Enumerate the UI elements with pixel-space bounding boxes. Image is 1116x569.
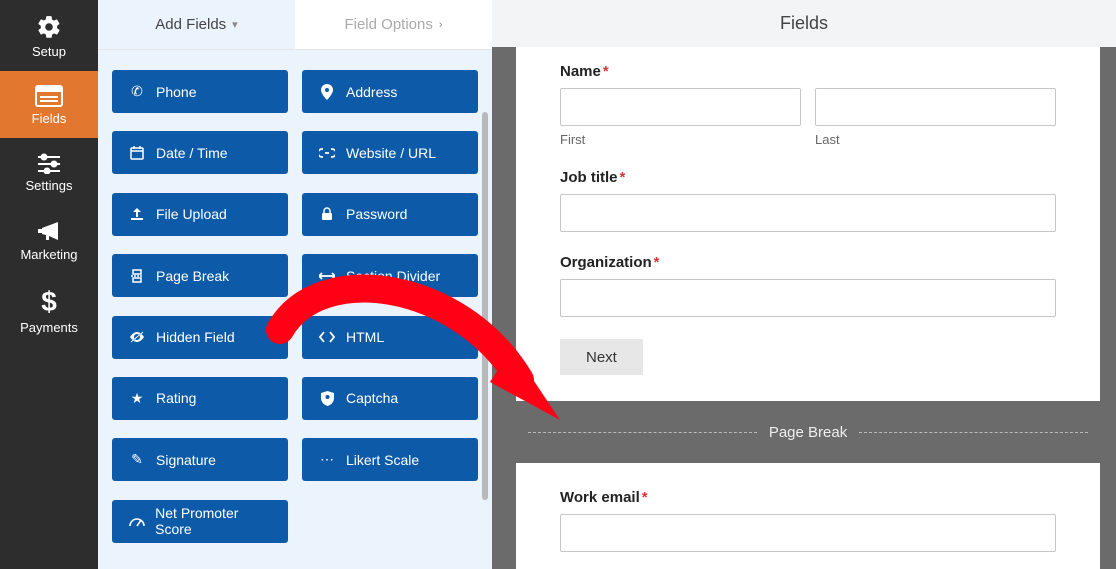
- work-email-input[interactable]: [560, 514, 1056, 552]
- required-mark: *: [603, 63, 609, 80]
- eye-off-icon: [126, 331, 148, 343]
- field-website[interactable]: Website / URL: [302, 131, 478, 174]
- field-organization[interactable]: Organization*: [560, 254, 1056, 317]
- field-label: Signature: [156, 452, 216, 468]
- nav-settings[interactable]: Settings: [0, 138, 98, 205]
- sublabel-last: Last: [815, 132, 1056, 147]
- preview-pane: Fields Name* First Last Job title*: [492, 0, 1116, 569]
- field-label: HTML: [346, 329, 384, 345]
- nav-setup[interactable]: Setup: [0, 0, 98, 71]
- field-html[interactable]: HTML: [302, 316, 478, 359]
- field-address[interactable]: Address: [302, 70, 478, 113]
- panel-tabs: Add Fields ▾ Field Options ›: [98, 0, 492, 50]
- field-label: Section Divider: [346, 268, 440, 284]
- tab-label: Field Options: [344, 16, 432, 33]
- fields-panel: Add Fields ▾ Field Options › ✆ Phone Addr…: [98, 0, 492, 569]
- field-label: Page Break: [156, 268, 229, 284]
- field-label: File Upload: [156, 206, 227, 222]
- field-likert[interactable]: ⋯ Likert Scale: [302, 438, 478, 481]
- label-text: Organization: [560, 254, 652, 271]
- dots-icon: ⋯: [316, 451, 338, 468]
- field-nps[interactable]: Net Promoter Score: [112, 500, 288, 543]
- nav-fields[interactable]: Fields: [0, 71, 98, 138]
- job-title-input[interactable]: [560, 194, 1056, 232]
- field-captcha[interactable]: Captcha: [302, 377, 478, 420]
- pagebreak-label: Page Break: [769, 424, 847, 441]
- required-mark: *: [654, 254, 660, 271]
- field-label: Address: [346, 84, 397, 100]
- code-icon: [316, 331, 338, 343]
- label-text: Work email: [560, 489, 640, 506]
- pencil-icon: ✎: [126, 451, 148, 468]
- bullhorn-icon: [0, 219, 98, 243]
- field-section-divider[interactable]: Section Divider: [302, 254, 478, 297]
- field-datetime[interactable]: Date / Time: [112, 131, 288, 174]
- label-text: Job title: [560, 169, 618, 186]
- nav-label: Setup: [32, 44, 66, 59]
- phone-icon: ✆: [126, 83, 148, 100]
- nav-label: Payments: [20, 320, 78, 335]
- field-work-email[interactable]: Work email*: [560, 489, 1056, 552]
- scrollbar-thumb[interactable]: [482, 112, 488, 500]
- label-text: Name: [560, 63, 601, 80]
- nav-label: Fields: [32, 111, 67, 126]
- preview-body: Name* First Last Job title* Organ: [492, 47, 1116, 569]
- pagebreak-icon: [126, 269, 148, 283]
- nav-marketing[interactable]: Marketing: [0, 205, 98, 274]
- last-name-input[interactable]: [815, 88, 1056, 126]
- required-mark: *: [620, 169, 626, 186]
- field-label: Rating: [156, 390, 196, 406]
- field-name[interactable]: Name* First Last: [560, 63, 1056, 147]
- field-label: Net Promoter Score: [155, 505, 274, 537]
- field-phone[interactable]: ✆ Phone: [112, 70, 288, 113]
- link-icon: [316, 148, 338, 158]
- field-rating[interactable]: ★ Rating: [112, 377, 288, 420]
- star-icon: ★: [126, 390, 148, 407]
- field-label: Likert Scale: [346, 452, 419, 468]
- fields-grid: ✆ Phone Address Date / Time Website / URL…: [98, 50, 492, 569]
- field-label: Date / Time: [156, 145, 228, 161]
- field-label: Website / URL: [346, 145, 436, 161]
- gear-icon: [0, 14, 98, 40]
- required-mark: *: [642, 489, 648, 506]
- lock-icon: [316, 207, 338, 221]
- pagebreak-divider[interactable]: Page Break: [516, 401, 1100, 463]
- field-pagebreak[interactable]: Page Break: [112, 254, 288, 297]
- sublabel-first: First: [560, 132, 801, 147]
- tab-label: Add Fields: [155, 16, 226, 33]
- upload-icon: [126, 207, 148, 221]
- field-password[interactable]: Password: [302, 193, 478, 236]
- tab-add-fields[interactable]: Add Fields ▾: [98, 0, 295, 49]
- field-label: Password: [346, 206, 407, 222]
- shield-icon: [316, 391, 338, 406]
- nav-label: Marketing: [20, 247, 77, 262]
- field-hidden[interactable]: Hidden Field: [112, 316, 288, 359]
- preview-title: Fields: [492, 0, 1116, 47]
- sliders-icon: [0, 152, 98, 174]
- dollar-icon: $: [0, 288, 98, 316]
- field-fileupload[interactable]: File Upload: [112, 193, 288, 236]
- chevron-down-icon: ▾: [232, 18, 238, 31]
- tab-field-options[interactable]: Field Options ›: [295, 0, 492, 49]
- gauge-icon: [126, 515, 147, 527]
- pin-icon: [316, 84, 338, 100]
- field-label: Captcha: [346, 390, 398, 406]
- next-button[interactable]: Next: [560, 339, 643, 375]
- field-job-title[interactable]: Job title*: [560, 169, 1056, 232]
- nav-payments[interactable]: $ Payments: [0, 274, 98, 347]
- form-section-1: Name* First Last Job title* Organ: [516, 47, 1100, 401]
- left-nav: Setup Fields Settings Marketing $ Paymen…: [0, 0, 98, 569]
- form-section-2: Work email*: [516, 463, 1100, 569]
- scrollbar[interactable]: [482, 58, 488, 498]
- nav-label: Settings: [26, 178, 73, 193]
- organization-input[interactable]: [560, 279, 1056, 317]
- first-name-input[interactable]: [560, 88, 801, 126]
- field-label: Phone: [156, 84, 196, 100]
- form-icon: [0, 85, 98, 107]
- field-label: Hidden Field: [156, 329, 235, 345]
- chevron-right-icon: ›: [439, 19, 443, 31]
- field-signature[interactable]: ✎ Signature: [112, 438, 288, 481]
- calendar-icon: [126, 146, 148, 160]
- divider-icon: [316, 272, 338, 280]
